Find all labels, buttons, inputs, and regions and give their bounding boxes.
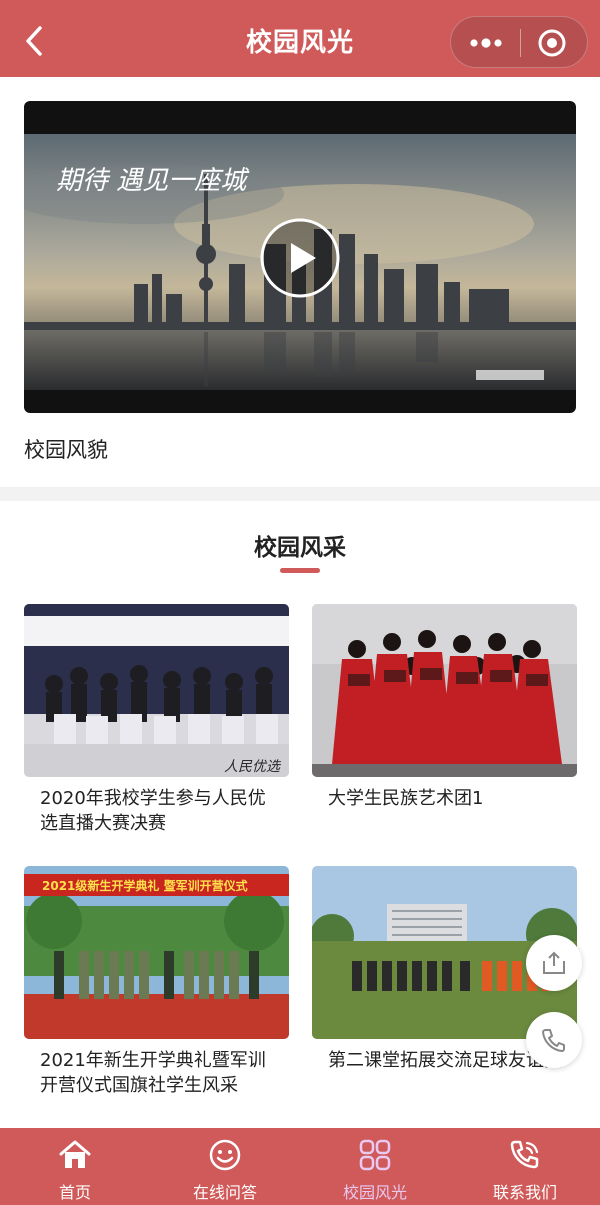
share-upload-icon	[543, 951, 565, 974]
card-title-2[interactable]: 大学生民族艺术团1	[328, 786, 568, 811]
target-close-icon[interactable]	[537, 28, 567, 58]
tab-online-qa[interactable]: 在线问答	[150, 1128, 300, 1205]
tab-home-label: 首页	[58, 1183, 91, 1202]
card-title-3[interactable]: 2021年新生开学典礼暨军训开营仪式国旗社学生风采	[40, 1048, 280, 1098]
mini-program-capsule	[450, 16, 588, 68]
nav-header: 校园风光	[0, 0, 600, 77]
video-overlay-title: 期待 遇见一座城	[56, 166, 250, 196]
home-icon	[59, 1140, 91, 1168]
phone-call-icon	[510, 1140, 539, 1169]
tab-campus-scenery[interactable]: 校园风光	[300, 1128, 450, 1205]
tab-contact-us[interactable]: 联系我们	[450, 1128, 600, 1205]
card-image-3[interactable]: 2021级新生开学典礼 暨军训开营仪式	[24, 866, 289, 1039]
video-caption: 校园风貌	[24, 438, 108, 462]
section-underline	[280, 568, 320, 573]
bottom-tab-bar: 首页 在线问答 校园风光 联系我们	[0, 1128, 600, 1205]
section-title: 校园风采	[254, 535, 346, 561]
card-image-1[interactable]: 人民优选	[24, 604, 289, 777]
section-divider	[0, 487, 600, 501]
card-banner-3: 2021级新生开学典礼 暨军训开营仪式	[42, 878, 248, 893]
tab-contact-us-label: 联系我们	[492, 1183, 557, 1202]
tab-home[interactable]: 首页	[0, 1128, 150, 1205]
smile-icon	[209, 1139, 241, 1171]
tab-campus-scenery-label: 校园风光	[342, 1183, 407, 1202]
card-title-1[interactable]: 2020年我校学生参与人民优选直播大赛决赛	[40, 786, 280, 836]
play-icon[interactable]	[260, 218, 340, 298]
video-player[interactable]: 期待 遇见一座城	[24, 101, 576, 413]
more-dots-icon[interactable]	[465, 31, 507, 55]
share-button[interactable]	[526, 935, 582, 991]
tab-online-qa-label: 在线问答	[192, 1183, 257, 1202]
phone-button[interactable]	[526, 1012, 582, 1068]
phone-icon	[542, 1029, 565, 1052]
capsule-divider	[520, 29, 521, 57]
card-image-2[interactable]	[312, 604, 577, 777]
grid-icon	[359, 1139, 391, 1171]
card-watermark-1: 人民优选	[224, 759, 282, 775]
